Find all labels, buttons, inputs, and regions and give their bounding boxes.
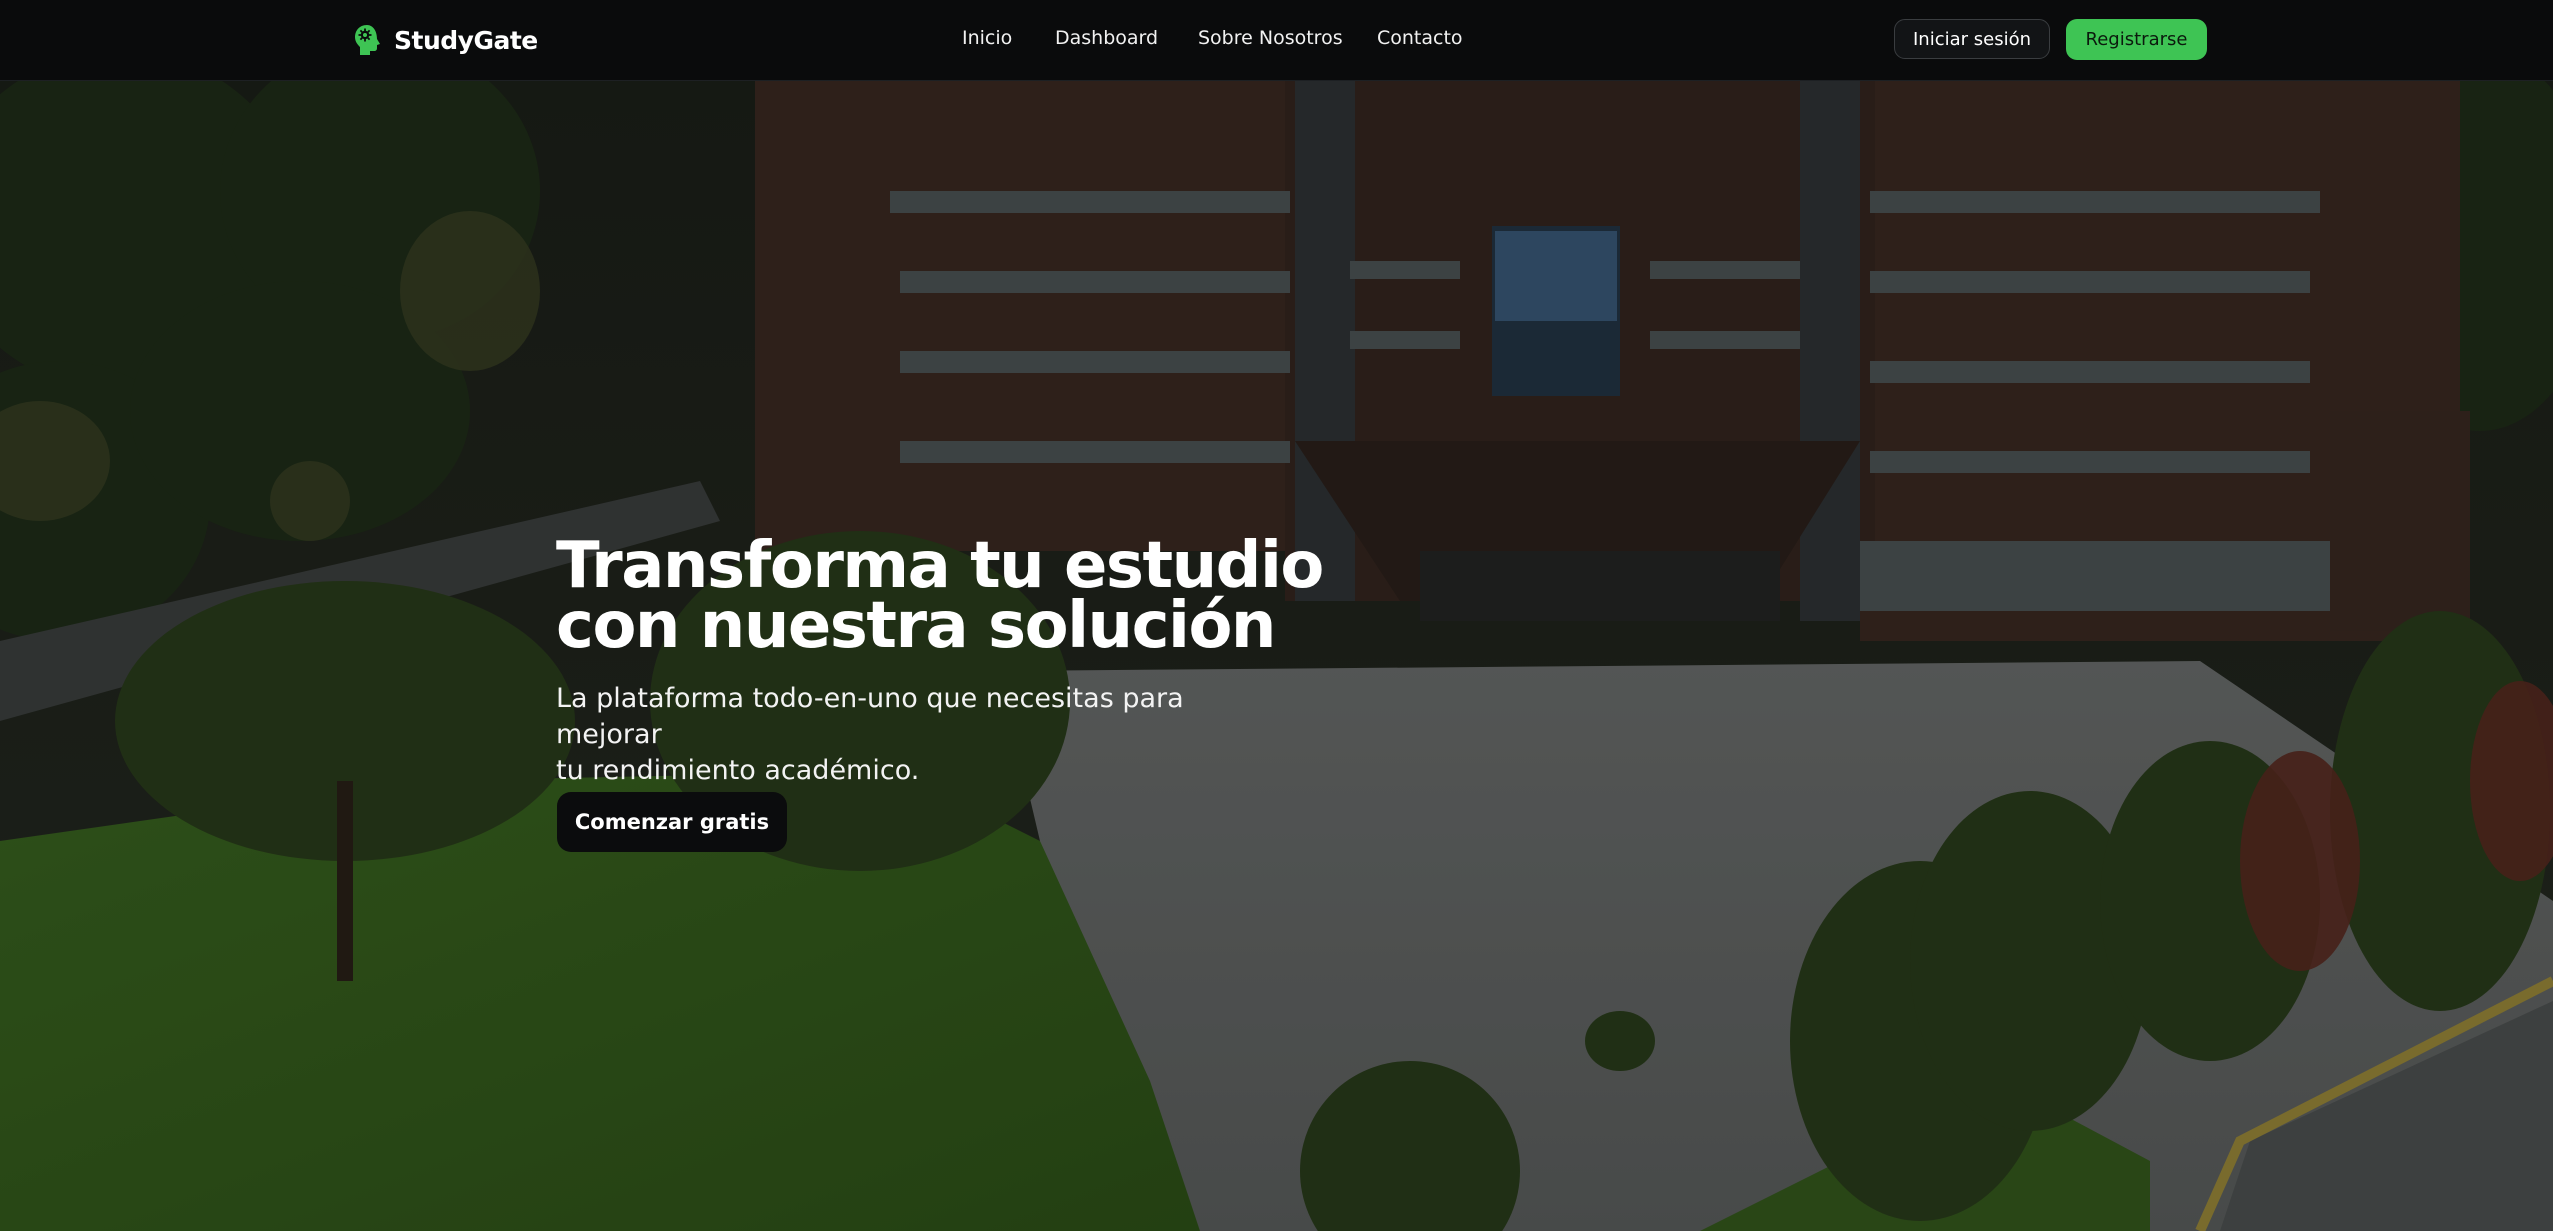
hero-subtitle-line: La plataforma todo-en-uno que necesitas … (556, 683, 1184, 750)
brain-head-icon (355, 25, 380, 55)
hero-title-line: Transforma tu estudio (556, 529, 1324, 603)
hero-subtitle: La plataforma todo-en-uno que necesitas … (556, 681, 1276, 789)
hero-title-line: con nuestra solución (556, 589, 1276, 663)
nav-link-contacto[interactable]: Contacto (1377, 27, 1463, 49)
campus-background-image (0, 81, 2553, 1231)
brand-name: StudyGate (394, 25, 538, 55)
brand[interactable]: StudyGate (352, 22, 538, 58)
start-free-button[interactable]: Comenzar gratis (557, 792, 787, 852)
login-button[interactable]: Iniciar sesión (1894, 19, 2050, 59)
nav-link-dashboard[interactable]: Dashboard (1055, 27, 1158, 49)
register-button[interactable]: Registrarse (2066, 19, 2207, 60)
hero-section: Transforma tu estudio con nuestra soluci… (0, 81, 2553, 1231)
hero-subtitle-line: tu rendimiento académico. (556, 755, 920, 786)
nav-link-sobre-nosotros[interactable]: Sobre Nosotros (1198, 27, 1343, 49)
hero-title: Transforma tu estudio con nuestra soluci… (556, 529, 1456, 663)
nav-link-inicio[interactable]: Inicio (962, 27, 1012, 49)
top-navbar: StudyGate Inicio Dashboard Sobre Nosotro… (0, 0, 2553, 81)
